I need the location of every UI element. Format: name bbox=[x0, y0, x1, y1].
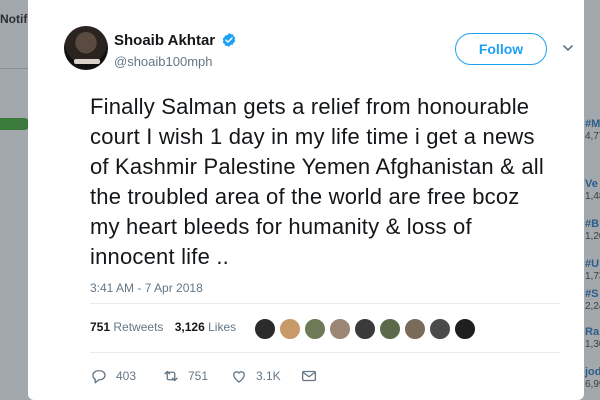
trend-tag: jod bbox=[585, 366, 600, 378]
reply-icon bbox=[92, 370, 106, 384]
engagement-stats: 751 Retweets 3,126 Likes bbox=[90, 320, 244, 334]
avatar-detail bbox=[74, 59, 100, 64]
divider bbox=[0, 68, 30, 69]
trend-item[interactable]: Ra 1,30 bbox=[585, 326, 600, 350]
trend-count: 1,30 bbox=[585, 339, 600, 350]
envelope-icon bbox=[301, 370, 317, 382]
retweets-count[interactable]: 751 bbox=[90, 320, 110, 334]
retweet-icon bbox=[164, 370, 178, 382]
trend-tag: #S bbox=[585, 288, 599, 300]
trend-item[interactable]: #M 4,77 bbox=[585, 118, 600, 142]
liker-avatar[interactable] bbox=[353, 317, 377, 341]
author-name[interactable]: Shoaib Akhtar bbox=[114, 32, 215, 49]
trend-tag: #M bbox=[585, 118, 600, 130]
retweet-button[interactable]: 751 bbox=[162, 366, 208, 386]
liker-avatar[interactable] bbox=[428, 317, 452, 341]
liker-avatar[interactable] bbox=[378, 317, 402, 341]
likes-label[interactable]: Likes bbox=[208, 320, 236, 334]
liker-avatar[interactable] bbox=[453, 317, 477, 341]
likes-count[interactable]: 3,126 bbox=[175, 320, 205, 334]
like-count: 3.1K bbox=[256, 369, 281, 383]
reply-count: 403 bbox=[116, 369, 137, 383]
trend-count: 4,77 bbox=[585, 131, 600, 142]
trend-count: 1,73 bbox=[585, 271, 600, 282]
retweets-label[interactable]: Retweets bbox=[113, 320, 163, 334]
liker-avatar[interactable] bbox=[403, 317, 427, 341]
heart-icon bbox=[233, 371, 245, 383]
avatar[interactable] bbox=[64, 26, 108, 70]
tweet-timestamp[interactable]: 3:41 AM - 7 Apr 2018 bbox=[90, 281, 203, 295]
trend-count: 2,24 bbox=[585, 301, 600, 312]
trend-count: 1,20 bbox=[585, 231, 600, 242]
trend-item[interactable]: #S 2,24 bbox=[585, 288, 600, 312]
liker-avatar[interactable] bbox=[303, 317, 327, 341]
trend-tag: Ra bbox=[585, 326, 600, 338]
trend-tag: Ve bbox=[585, 178, 598, 190]
background-banner bbox=[0, 118, 30, 130]
reply-button[interactable]: 403 bbox=[90, 366, 136, 386]
liker-avatar[interactable] bbox=[278, 317, 302, 341]
notifications-nav-label: Notif bbox=[0, 12, 28, 26]
trend-item[interactable]: #U 1,73 bbox=[585, 258, 600, 282]
liker-avatar[interactable] bbox=[328, 317, 352, 341]
retweet-count: 751 bbox=[188, 369, 209, 383]
chevron-down-icon[interactable] bbox=[563, 43, 573, 53]
follow-button[interactable]: Follow bbox=[455, 33, 547, 65]
author-handle[interactable]: @shoaib100mph bbox=[114, 54, 212, 69]
trend-count: 6,99 bbox=[585, 379, 600, 390]
trend-item[interactable]: jod 6,99 bbox=[585, 366, 600, 390]
like-button[interactable]: 3.1K bbox=[230, 366, 281, 386]
divider bbox=[90, 303, 560, 304]
tweet-text: Finally Salman gets a relief from honour… bbox=[90, 94, 544, 269]
divider bbox=[90, 352, 560, 353]
trend-item[interactable]: Ve 1,48 bbox=[585, 178, 600, 202]
trend-tag: #U bbox=[585, 258, 600, 270]
verified-badge-icon bbox=[222, 33, 236, 47]
liker-avatar[interactable] bbox=[253, 317, 277, 341]
background-left-column: Notif bbox=[0, 0, 30, 400]
trend-count: 1,48 bbox=[585, 191, 600, 202]
tweet-modal: Shoaib Akhtar @shoaib100mph Follow Final… bbox=[28, 0, 584, 400]
trend-tag: #B bbox=[585, 218, 600, 230]
trend-item[interactable]: #B 1,20 bbox=[585, 218, 600, 242]
direct-message-button[interactable] bbox=[300, 366, 326, 386]
